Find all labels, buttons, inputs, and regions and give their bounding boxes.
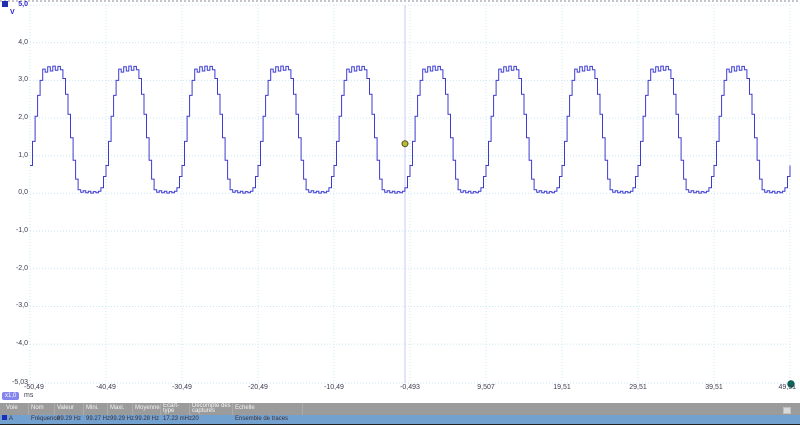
col-header-moyenne[interactable]: Moyenne bbox=[133, 403, 161, 415]
x-tick-label: -50,49 bbox=[24, 384, 64, 392]
col-header-nom[interactable]: Nom bbox=[29, 403, 55, 415]
cell-voie-text: A bbox=[9, 416, 13, 422]
cell-valeur: 99.29 Hz bbox=[55, 415, 84, 424]
x-tick-label: -40,49 bbox=[86, 384, 126, 392]
y-tick-label: 2,0 bbox=[0, 114, 28, 122]
cell-filler bbox=[303, 415, 800, 424]
cell-moyenne: 99.28 Hz bbox=[133, 415, 161, 424]
x-tick-label: 49,51 bbox=[762, 384, 796, 392]
y-tick-label: 4,0 bbox=[0, 39, 28, 47]
y-tick-label: 3,0 bbox=[0, 76, 28, 84]
cell-mini: 99.27 Hz bbox=[84, 415, 108, 424]
x-tick-label: 29,51 bbox=[618, 384, 658, 392]
col-header-valeur[interactable]: Valeur bbox=[55, 403, 84, 415]
col-header-filler bbox=[303, 403, 800, 415]
x-tick-label: 9,507 bbox=[466, 384, 506, 392]
x-tick-label: -0,493 bbox=[390, 384, 430, 392]
y-tick-label: 5,0 bbox=[0, 1, 28, 9]
x-tick-label: 39,51 bbox=[694, 384, 734, 392]
cell-maxi: 99.29 Hz bbox=[108, 415, 133, 424]
waveform-trace bbox=[30, 66, 790, 193]
col-header-decompte[interactable]: Décompte des captures bbox=[190, 403, 233, 415]
table-options-button[interactable] bbox=[783, 407, 791, 414]
y-axis-unit-label: V bbox=[10, 9, 15, 16]
col-header-voie[interactable]: Voie bbox=[0, 403, 29, 415]
measurement-row-frequency[interactable]: A Fréquence 99.29 Hz 99.27 Hz 99.29 Hz 9… bbox=[0, 415, 800, 424]
x-tick-label: -20,49 bbox=[238, 384, 278, 392]
y-tick-label: -1,0 bbox=[0, 227, 28, 235]
waveform-plot[interactable] bbox=[0, 0, 800, 400]
measurements-table: Voie Nom Valeur Mini. Maxi. Moyenne Écar… bbox=[0, 403, 800, 425]
cell-ecart-type: 17.23 mHz bbox=[161, 415, 190, 424]
measurements-header-row: Voie Nom Valeur Mini. Maxi. Moyenne Écar… bbox=[0, 403, 800, 415]
cell-echelle: Ensemble de traces bbox=[233, 415, 303, 424]
y-tick-label: -3,0 bbox=[0, 302, 28, 310]
cell-voie: A bbox=[0, 415, 29, 424]
channel-a-row-swatch bbox=[2, 415, 7, 420]
col-header-ecart-type[interactable]: Écart-type bbox=[161, 403, 190, 415]
x-tick-label: -30,49 bbox=[162, 384, 202, 392]
col-header-mini[interactable]: Mini. bbox=[84, 403, 108, 415]
x-axis-unit-label: ms bbox=[24, 392, 33, 400]
x-axis-zoom-badge[interactable]: x1,0 bbox=[2, 392, 19, 400]
col-header-echelle[interactable]: Echelle bbox=[233, 403, 303, 415]
x-tick-label: -10,49 bbox=[314, 384, 354, 392]
trigger-level-marker-icon[interactable] bbox=[402, 141, 408, 147]
x-tick-label: 19,51 bbox=[542, 384, 582, 392]
y-tick-label: -4,0 bbox=[0, 340, 28, 348]
cell-decompte: 20 bbox=[190, 415, 233, 424]
col-header-maxi[interactable]: Maxi. bbox=[108, 403, 133, 415]
y-tick-label: -2,0 bbox=[0, 265, 28, 273]
y-tick-label: 1,0 bbox=[0, 152, 28, 160]
y-tick-label: 0,0 bbox=[0, 189, 28, 197]
cell-nom: Fréquence bbox=[29, 415, 55, 424]
